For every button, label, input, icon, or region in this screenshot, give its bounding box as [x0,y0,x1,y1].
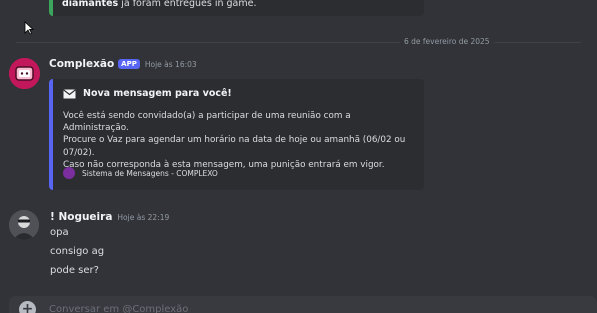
mouse-cursor-icon [24,21,34,35]
app-badge: APP [118,59,140,69]
user-message-line: opa [50,227,69,238]
bot-avatar-image [9,58,40,89]
message-composer: + [9,296,597,313]
bot-message-embed: Nova mensagem para você! Você está sendo… [49,79,424,190]
message-input[interactable] [49,300,549,313]
previous-embed-rest: já foram entregues in game. [118,0,257,9]
date-divider-label: 6 de fevereiro de 2025 [400,37,494,46]
user-message-header: ! Nogueira Hoje às 22:19 [50,211,169,223]
user-message-line: consigo ag [50,246,105,257]
user-avatar[interactable] [9,210,39,240]
user-message-timestamp: Hoje às 22:19 [117,212,170,222]
embed-title: Nova mensagem para você! [63,88,232,99]
footer-logo-icon [63,167,75,179]
previous-embed: diamantes já foram entregues in game. [49,0,424,16]
embed-footer-text: Sistema de Mensagens - COMPLEXO [82,168,218,178]
envelope-icon [63,88,76,98]
date-divider [16,42,581,43]
bot-message-header: Complexão APP Hoje às 16:03 [49,58,197,70]
embed-description-line: Procure o Vaz para agendar um horário na… [63,135,406,158]
user-avatar-image [9,210,39,240]
embed-description: Você está sendo convidado(a) a participa… [63,110,413,171]
plus-icon[interactable]: + [19,301,36,313]
previous-embed-bold: diamantes [62,0,119,9]
embed-footer: Sistema de Mensagens - COMPLEXO [63,167,218,179]
bot-avatar[interactable] [9,58,40,89]
bot-message-timestamp: Hoje às 16:03 [144,59,197,69]
user-message-line: pode ser? [50,265,99,276]
user-author-name[interactable]: ! Nogueira [50,211,112,223]
embed-description-line: Você está sendo convidado(a) a participa… [63,111,351,134]
previous-embed-text: diamantes já foram entregues in game. [62,0,257,9]
bot-author-name[interactable]: Complexão [49,58,114,70]
embed-title-text: Nova mensagem para você! [83,88,232,99]
